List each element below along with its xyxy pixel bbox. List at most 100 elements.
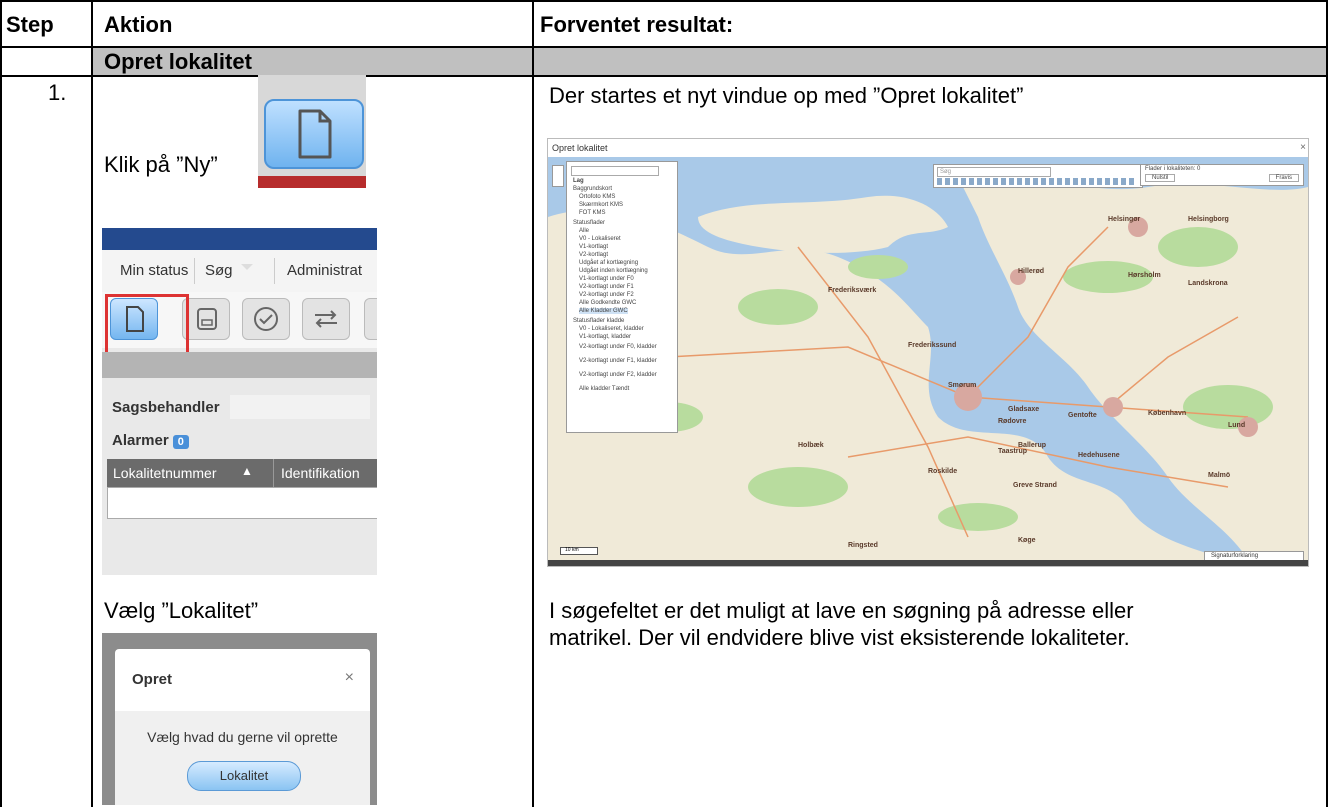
area-panel: Flader i lokaliteten: 0 Nulstil Fravis <box>1140 164 1304 186</box>
new-document-icon <box>298 109 332 159</box>
dialog-header: Opret × <box>115 649 370 712</box>
caseworker-label: Sagsbehandler <box>112 399 220 416</box>
map-search-input[interactable]: Søg <box>937 167 1051 177</box>
dialog-title: Opret <box>132 671 173 688</box>
col-divider-2 <box>532 0 534 807</box>
layer-item[interactable]: Alle Godkendte GWC <box>579 300 636 306</box>
col-lokalitetnummer[interactable]: Lokalitetnummer <box>113 465 217 481</box>
map-tools-row[interactable] <box>937 178 1137 185</box>
map-place-label: Hedehusene <box>1078 452 1120 459</box>
area-panel-title: Flader i lokaliteten: 0 <box>1145 166 1201 172</box>
map-place-label: Taastrup <box>998 448 1027 455</box>
map-place-label: Rødovre <box>998 418 1027 425</box>
menu-item-soeg[interactable]: Søg <box>205 262 233 279</box>
reset-button[interactable]: Nulstil <box>1145 174 1176 182</box>
layer-item[interactable]: V1-kortlagt <box>579 244 608 250</box>
layer-item[interactable]: Udgået af kortlægning <box>579 260 638 266</box>
save-button[interactable] <box>182 298 230 340</box>
layer-item[interactable]: Skærmkort KMS <box>579 202 623 208</box>
map-place-label: Greve Strand <box>1013 482 1057 489</box>
result-search-line2: matrikel. Der vil endvidere blive vist e… <box>549 625 1130 650</box>
approve-button[interactable] <box>242 298 290 340</box>
header-step: Step <box>6 12 54 37</box>
reject-button[interactable]: Fravis <box>1268 174 1299 182</box>
alarms-text: Alarmer <box>112 432 169 449</box>
locality-button[interactable]: Lokalitet <box>187 761 301 791</box>
layer-item[interactable]: V2-kortlagt under F2, kladder <box>579 372 657 378</box>
toolbar-screenshot: Min status Søg Administrat Sagsbehandler… <box>102 228 377 575</box>
layer-group[interactable]: Statusflader kladde <box>573 318 624 324</box>
new-button-screenshot <box>258 75 366 188</box>
table-left-border <box>0 0 2 807</box>
dialog-message: Vælg hvad du gerne vil oprette <box>147 729 338 745</box>
header-action: Aktion <box>104 12 173 37</box>
layer-item[interactable]: FOT KMS <box>579 210 606 216</box>
layer-item[interactable]: V2-kortlagt under F1, kladder <box>579 358 657 364</box>
save-icon <box>197 308 217 330</box>
close-icon[interactable]: × <box>1300 139 1306 157</box>
transfer-icon <box>315 310 337 328</box>
map-place-label: København <box>1148 410 1186 417</box>
layer-item[interactable]: V2-kortlagt <box>579 252 608 258</box>
layer-item[interactable]: Alle Kladder GWC <box>579 308 628 314</box>
col-divider <box>273 459 274 487</box>
dialog: Opret × Vælg hvad du gerne vil oprette L… <box>115 649 370 805</box>
main-menu: Min status Søg Administrat <box>102 250 377 293</box>
menu-divider <box>194 258 195 284</box>
check-circle-icon <box>254 307 278 331</box>
layer-item[interactable]: V2-kortlagt under F1 <box>579 284 634 290</box>
chevron-down-icon <box>241 264 253 270</box>
layer-item[interactable]: V0 - Lokaliseret, kladder <box>579 326 644 332</box>
caseworker-field[interactable] <box>230 395 370 419</box>
subheader-bar <box>102 352 377 378</box>
action-click-new: Klik på ”Ny” <box>104 152 218 177</box>
table-header: Lokalitetnummer ▲ Identifikation <box>107 459 377 487</box>
result-new-window: Der startes et nyt vindue op med ”Opret … <box>549 83 1024 108</box>
section-title: Opret lokalitet <box>104 49 252 74</box>
layer-item[interactable]: Alle kladder Tændt <box>579 386 629 392</box>
layer-item[interactable]: Ortofoto KMS <box>579 194 615 200</box>
map-place-label: Gentofte <box>1068 412 1097 419</box>
layer-item[interactable]: V2-kortlagt under F0, kladder <box>579 344 657 350</box>
layer-group[interactable]: Baggrundskort <box>573 186 612 192</box>
sort-icon[interactable]: ▲ <box>241 464 253 478</box>
zoom-control[interactable] <box>552 165 564 187</box>
map-place-label: Helsingborg <box>1188 216 1229 223</box>
layer-panel: Lag Baggrundskort Ortofoto KMS Skærmkort… <box>566 161 678 433</box>
col-identifikation[interactable]: Identifikation <box>281 465 360 481</box>
map-place-label: Ballerup <box>1018 442 1046 449</box>
menu-divider <box>274 258 275 284</box>
col-divider-1 <box>91 0 93 807</box>
step-number: 1. <box>48 80 67 105</box>
layer-item[interactable]: Udgået inden kortlægning <box>579 268 648 274</box>
layer-search-input[interactable] <box>571 166 659 176</box>
new-document-button[interactable] <box>264 99 364 169</box>
transfer-button[interactable] <box>302 298 350 340</box>
alarms-label: Alarmer 0 <box>112 432 189 449</box>
layer-item[interactable]: V2-kortlagt under F2 <box>579 292 634 298</box>
map-place-label: Hillerød <box>1018 268 1044 275</box>
menu-item-administration[interactable]: Administrat <box>287 262 362 279</box>
table-top-border <box>0 0 1328 2</box>
menu-item-min-status[interactable]: Min status <box>120 262 188 279</box>
layer-item[interactable]: V1-kortlagt, kladder <box>579 334 631 340</box>
header-result: Forventet resultat: <box>540 12 734 37</box>
map-place-label: Smørum <box>948 382 976 389</box>
close-icon[interactable]: × <box>345 669 354 687</box>
layer-item[interactable]: V1-kortlagt under F0 <box>579 276 634 282</box>
layer-group[interactable]: Statusflader <box>573 220 605 226</box>
map-place-label: Landskrona <box>1188 280 1228 287</box>
scale-text: 10 km <box>565 547 579 553</box>
layers-title: Lag <box>573 178 584 184</box>
map-screenshot: Opret lokalitet × Helsingborg Helsingør … <box>547 138 1309 567</box>
map-place-label: Roskilde <box>928 468 957 475</box>
layer-item[interactable]: V0 - Lokaliseret <box>579 236 621 242</box>
scale-bar: 10 km <box>560 547 598 555</box>
map-place-label: Køge <box>1018 537 1036 544</box>
map-search-placeholder: Søg <box>940 169 952 175</box>
map-place-label: Hørsholm <box>1128 272 1161 279</box>
more-button[interactable] <box>364 298 377 340</box>
map-place-label: Frederikssund <box>908 342 956 349</box>
layer-item[interactable]: Alle <box>579 228 589 234</box>
action-choose-locality: Vælg ”Lokalitet” <box>104 598 259 623</box>
